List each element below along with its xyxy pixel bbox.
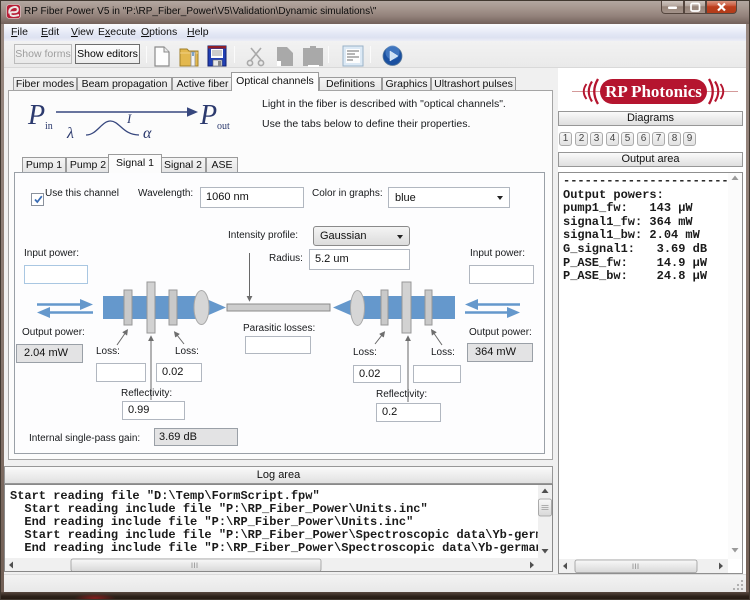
svg-text:out: out [217,121,230,132]
svg-text:P: P [27,100,45,131]
svg-text:P: P [199,100,217,131]
svg-text:in: in [45,121,53,132]
svg-text:RP Photonics: RP Photonics [605,82,702,101]
svg-text:α: α [143,125,152,142]
svg-text:λ: λ [66,125,74,142]
svg-text:I: I [126,111,132,126]
